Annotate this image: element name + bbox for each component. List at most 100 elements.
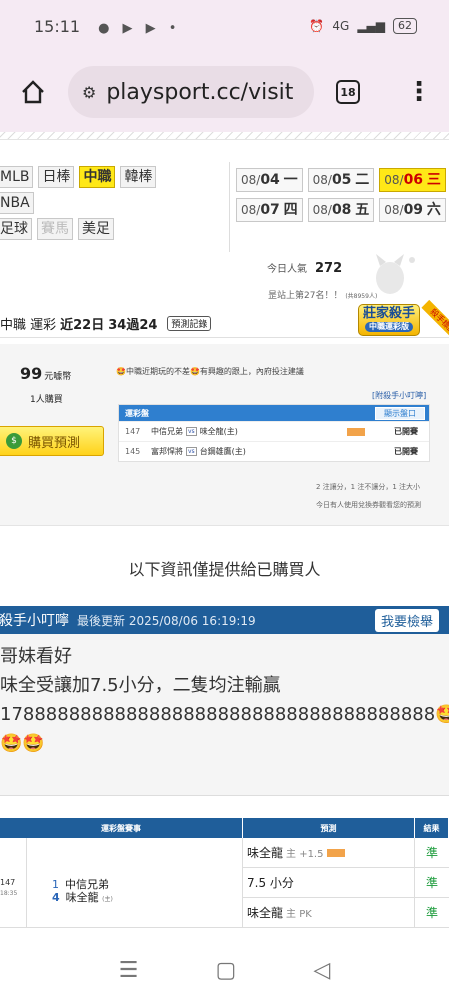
buyer-count: 1人購買: [30, 395, 63, 405]
youtube-icon: ▶: [145, 20, 156, 36]
date-month: 08/: [312, 173, 332, 187]
home-button[interactable]: [12, 71, 54, 113]
date-weekday: 二: [355, 172, 370, 188]
game-status: 已開賽: [394, 447, 418, 456]
date-day: 08: [331, 202, 352, 218]
helper-notes: 殺手小叮嚀 最後更新 2025/08/06 16:19:19 我要檢舉 哥妹看好…: [0, 606, 449, 796]
date-day: 06: [403, 172, 424, 188]
date-06[interactable]: 08/06 三: [379, 168, 446, 192]
report-button[interactable]: 我要檢舉: [374, 608, 439, 632]
result-value: 準: [415, 868, 449, 898]
mascot-icon: [376, 254, 415, 294]
recents-icon[interactable]: ☰: [119, 958, 139, 983]
chat-icon: ●: [98, 20, 110, 36]
date-month: 08/: [241, 173, 261, 187]
date-month: 08/: [384, 203, 404, 217]
league-label: 中職 運彩: [0, 318, 57, 333]
divider: [0, 132, 449, 140]
price: 99 元噱幣: [20, 364, 71, 383]
status-bar: 15:11 ● ▶ ▶ • ⏰ 4G ▂▄▆ 62: [0, 0, 449, 52]
away-score: 1: [52, 878, 59, 891]
home-team: 味全龍(主): [199, 427, 238, 436]
alarm-icon: ⏰: [309, 19, 325, 33]
popularity-value: 272: [315, 261, 343, 276]
date-07[interactable]: 08/07 四: [236, 198, 303, 222]
signal-icon: ▂▄▆: [357, 19, 385, 33]
browser-toolbar: ⚙ playsport.cc/visit 18 ⋮: [0, 52, 449, 132]
coupon-note: 今日有人使用兌換券觀看您的預測: [316, 501, 421, 509]
date-day: 04: [260, 172, 280, 188]
helper-message: 哥妹看好 味全受讓加7.5小分，二隻均注輸贏 17888888888888888…: [0, 634, 449, 758]
system-nav-bar: ☰ ▢ ◁: [0, 940, 449, 1000]
buy-panel: 99 元噱幣 1人購買 $ 購買預測 🤩中職近期玩的不差🤩有興趣的跟上，內府投注建…: [0, 344, 449, 526]
sport-npb[interactable]: 日棒: [38, 166, 75, 188]
date-weekday: 一: [283, 172, 298, 188]
date-05[interactable]: 08/05 二: [307, 168, 375, 192]
back-icon[interactable]: ◁: [313, 958, 330, 983]
pick-detail: 主 +1.5: [286, 849, 324, 860]
sport-soccer[interactable]: 足球: [0, 218, 32, 240]
bet-summary: 2 注讓分，1 注不讓分，1 注大小: [316, 483, 421, 491]
header-prediction: 預測: [243, 818, 415, 838]
tab-switcher-button[interactable]: 18: [336, 80, 360, 104]
message-line: 🤩🤩: [0, 733, 45, 754]
divider: [229, 162, 230, 252]
show-odds-button[interactable]: 顯示盤口: [375, 406, 425, 420]
overflow-menu-icon[interactable]: ⋮: [406, 79, 432, 105]
date-weekday: 四: [283, 202, 298, 218]
date-04[interactable]: 08/04 一: [236, 168, 303, 192]
date-day: 05: [331, 172, 352, 188]
pick-detail: 主 PK: [286, 909, 312, 920]
url-text: playsport.cc/visit: [106, 79, 294, 105]
record-bar: 中職 運彩 近22日 34過24 預測記錄: [0, 310, 449, 338]
away-team: 富邦悍將: [151, 447, 183, 456]
table-row: 147 18:35 1 中信兄弟 4 味全龍 (主) 味全龍主 +1.5 7.5 小…: [0, 838, 449, 928]
sport-mlb[interactable]: MLB: [0, 166, 34, 188]
date-month: 08/: [312, 203, 332, 217]
message-line: 味全受讓加7.5小分，二隻均注輸贏: [0, 675, 281, 696]
buyers-only-notice: 以下資訊僅提供給已購買人: [128, 560, 321, 579]
result-value: 準: [415, 898, 449, 928]
coin-icon: $: [6, 433, 22, 449]
helper-link[interactable]: [附殺手小叮嚀]: [372, 390, 426, 401]
prediction-item: 味全龍主 +1.5: [243, 838, 414, 868]
popularity: 今日人氣 272: [267, 260, 342, 276]
tag-icon: [327, 848, 346, 857]
date-month: 08/: [241, 203, 261, 217]
sport-nba[interactable]: NBA: [0, 192, 34, 214]
sport-selector: MLB 日棒 中職 韓棒 NBA 足球 賽馬 美足: [0, 166, 230, 244]
helper-title: 殺手小叮嚀: [0, 613, 69, 629]
date-day: 09: [403, 202, 424, 218]
home-icon: [22, 80, 44, 104]
sport-kbo[interactable]: 韓棒: [120, 166, 157, 188]
game-status: 已開賽: [394, 427, 418, 436]
away-team: 中信兄弟: [151, 427, 183, 436]
date-month: 08/: [384, 173, 404, 187]
message-line: 哥妹看好: [0, 646, 72, 667]
prediction-item: 味全龍主 PK: [243, 898, 414, 928]
dot-icon: •: [168, 20, 177, 36]
sport-cpbl[interactable]: 中職: [79, 166, 116, 188]
home-icon[interactable]: ▢: [215, 958, 236, 983]
home-team: 味全龍: [65, 891, 99, 904]
result-table: 運彩盤賽事 預測 結果 147 18:35 1 中信兄弟 4 味全龍 (主) 味全龍…: [0, 818, 449, 928]
sport-nfl[interactable]: 美足: [78, 218, 114, 240]
record-button[interactable]: 預測記錄: [167, 316, 212, 331]
header-result: 結果: [415, 818, 449, 838]
tag-icon: [347, 427, 365, 436]
game-number: 147: [125, 427, 141, 436]
buy-prediction-button[interactable]: $ 購買預測: [0, 426, 104, 456]
pick-team: 味全龍: [247, 906, 284, 920]
status-time: 15:11: [34, 16, 81, 36]
record-value: 34過24: [108, 318, 158, 333]
url-bar[interactable]: ⚙ playsport.cc/visit: [68, 66, 314, 118]
date-weekday: 三: [426, 172, 441, 188]
table-row: 147 中信兄弟 vs 味全龍(主) 已開賽: [119, 421, 429, 441]
site-settings-icon[interactable]: ⚙: [82, 83, 96, 102]
home-team: 台鋼雄鷹(主): [199, 447, 246, 456]
prediction-table: 運彩盤 顯示盤口 147 中信兄弟 vs 味全龍(主) 已開賽 145 富邦悍將…: [118, 404, 430, 462]
notification-icons: ● ▶ ▶ •: [98, 17, 184, 36]
date-08[interactable]: 08/08 五: [307, 198, 375, 222]
date-weekday: 六: [426, 202, 441, 218]
date-09[interactable]: 08/09 六: [379, 198, 446, 222]
